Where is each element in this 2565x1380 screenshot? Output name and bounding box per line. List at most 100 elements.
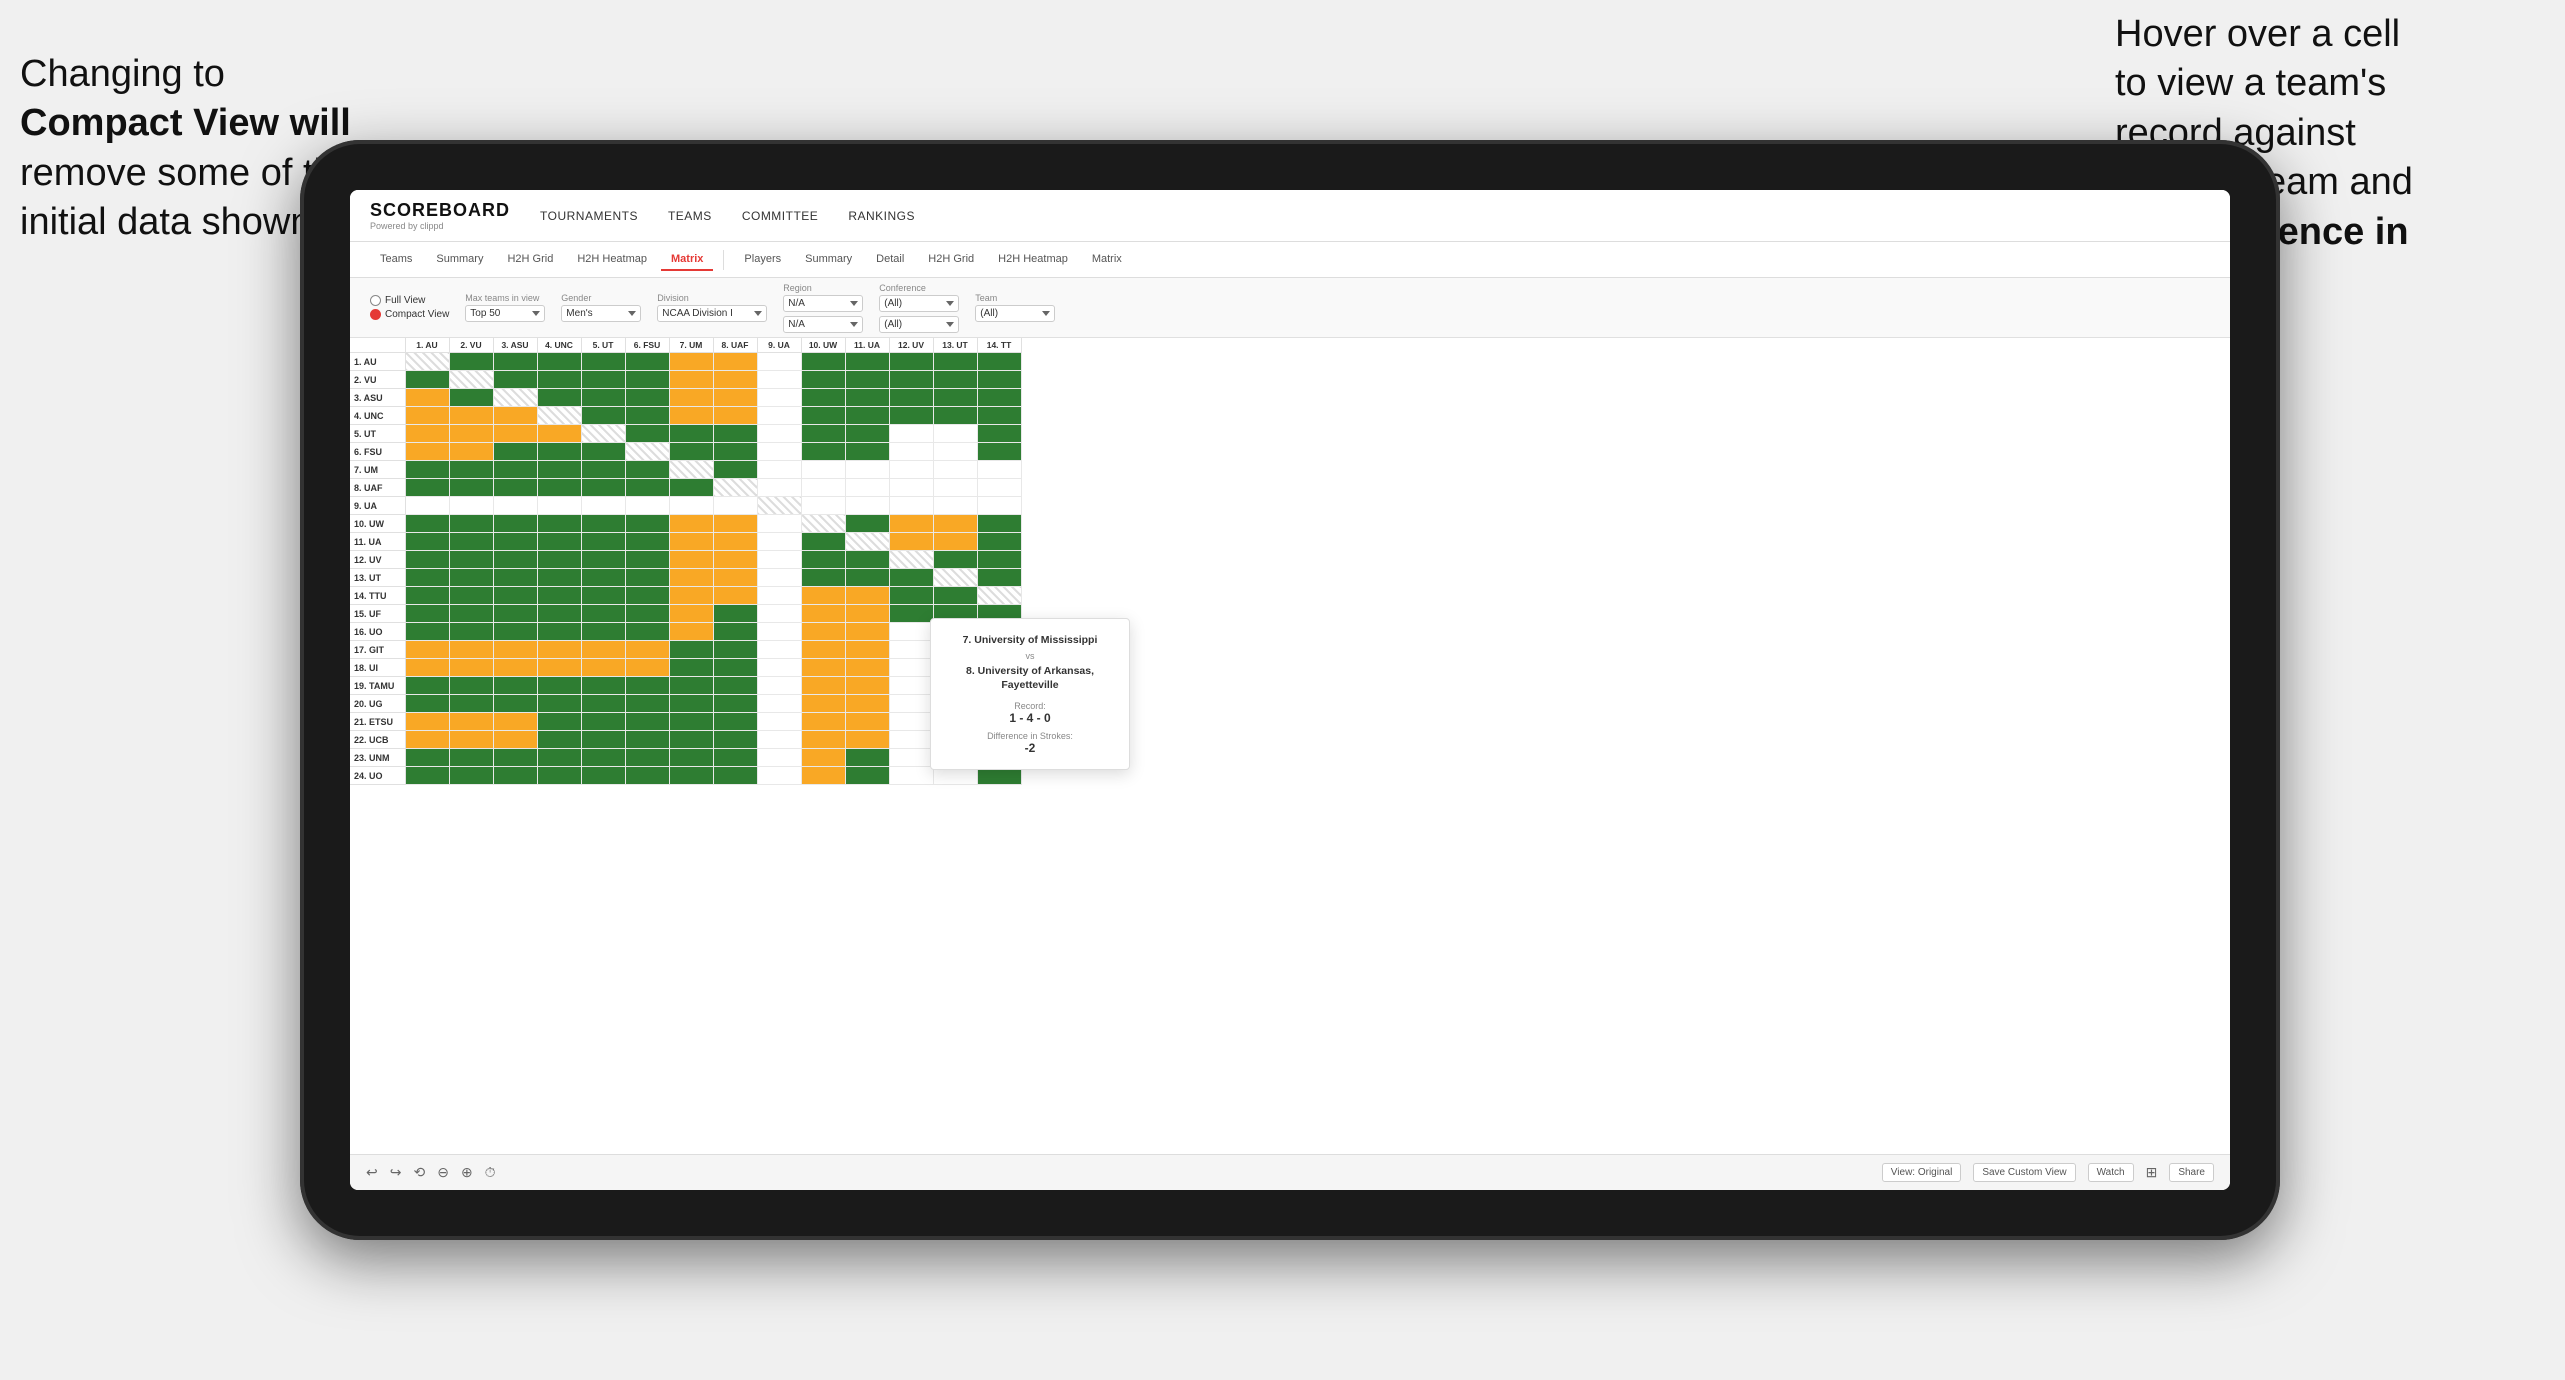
matrix-cell[interactable] <box>449 479 493 497</box>
matrix-cell[interactable] <box>977 479 1021 497</box>
matrix-cell[interactable] <box>933 569 977 587</box>
tab-players-summary[interactable]: Summary <box>795 249 862 271</box>
matrix-cell[interactable] <box>801 713 845 731</box>
matrix-cell[interactable] <box>669 461 713 479</box>
matrix-cell[interactable] <box>713 407 757 425</box>
matrix-cell[interactable] <box>493 425 537 443</box>
matrix-cell[interactable] <box>889 551 933 569</box>
matrix-cell[interactable] <box>977 389 1021 407</box>
matrix-cell[interactable] <box>581 587 625 605</box>
team-select[interactable]: (All) <box>975 305 1055 322</box>
matrix-cell[interactable] <box>889 371 933 389</box>
matrix-cell[interactable] <box>757 569 801 587</box>
matrix-cell[interactable] <box>845 425 889 443</box>
matrix-cell[interactable] <box>801 659 845 677</box>
matrix-cell[interactable] <box>757 407 801 425</box>
matrix-cell[interactable] <box>757 425 801 443</box>
matrix-cell[interactable] <box>669 407 713 425</box>
matrix-cell[interactable] <box>713 605 757 623</box>
matrix-cell[interactable] <box>669 659 713 677</box>
matrix-cell[interactable] <box>933 389 977 407</box>
matrix-cell[interactable] <box>581 551 625 569</box>
matrix-cell[interactable] <box>889 713 933 731</box>
matrix-cell[interactable] <box>537 623 581 641</box>
matrix-cell[interactable] <box>669 497 713 515</box>
matrix-cell[interactable] <box>977 533 1021 551</box>
matrix-cell[interactable] <box>889 461 933 479</box>
matrix-cell[interactable] <box>757 479 801 497</box>
matrix-cell[interactable] <box>669 677 713 695</box>
matrix-cell[interactable] <box>581 767 625 785</box>
nav-tournaments[interactable]: TOURNAMENTS <box>540 209 638 223</box>
matrix-cell[interactable] <box>801 389 845 407</box>
matrix-cell[interactable] <box>845 587 889 605</box>
matrix-cell[interactable] <box>405 767 449 785</box>
matrix-cell[interactable] <box>449 587 493 605</box>
matrix-cell[interactable] <box>449 605 493 623</box>
tab-players-matrix[interactable]: Matrix <box>1082 249 1132 271</box>
matrix-cell[interactable] <box>669 623 713 641</box>
matrix-cell[interactable] <box>449 749 493 767</box>
matrix-cell[interactable] <box>625 731 669 749</box>
matrix-cell[interactable] <box>405 641 449 659</box>
undo-icon[interactable]: ↩ <box>366 1164 378 1181</box>
matrix-cell[interactable] <box>405 695 449 713</box>
matrix-cell[interactable] <box>405 659 449 677</box>
matrix-cell[interactable] <box>493 569 537 587</box>
matrix-cell[interactable] <box>801 515 845 533</box>
matrix-cell[interactable] <box>669 443 713 461</box>
save-custom-button[interactable]: Save Custom View <box>1973 1163 2075 1182</box>
share-controls-icon[interactable]: ⊞ <box>2146 1164 2158 1181</box>
view-original-button[interactable]: View: Original <box>1882 1163 1962 1182</box>
matrix-cell[interactable] <box>405 551 449 569</box>
matrix-cell[interactable] <box>537 425 581 443</box>
matrix-cell[interactable] <box>757 659 801 677</box>
tab-h2h-heatmap[interactable]: H2H Heatmap <box>567 249 657 271</box>
matrix-cell[interactable] <box>493 641 537 659</box>
matrix-cell[interactable] <box>757 677 801 695</box>
matrix-cell[interactable] <box>757 605 801 623</box>
matrix-cell[interactable] <box>625 353 669 371</box>
matrix-cell[interactable] <box>713 677 757 695</box>
share-button[interactable]: Share <box>2169 1163 2214 1182</box>
matrix-cell[interactable] <box>625 533 669 551</box>
matrix-cell[interactable] <box>757 371 801 389</box>
max-teams-select[interactable]: Top 50 <box>465 305 545 322</box>
division-select[interactable]: NCAA Division I <box>657 305 767 322</box>
matrix-cell[interactable] <box>449 497 493 515</box>
matrix-cell[interactable] <box>889 731 933 749</box>
matrix-cell[interactable] <box>405 461 449 479</box>
matrix-cell[interactable] <box>625 677 669 695</box>
matrix-cell[interactable] <box>537 569 581 587</box>
redo-icon[interactable]: ↪ <box>390 1164 402 1181</box>
matrix-cell[interactable] <box>581 677 625 695</box>
matrix-cell[interactable] <box>625 461 669 479</box>
matrix-cell[interactable] <box>713 389 757 407</box>
matrix-cell[interactable] <box>493 515 537 533</box>
matrix-cell[interactable] <box>625 767 669 785</box>
matrix-cell[interactable] <box>977 353 1021 371</box>
matrix-cell[interactable] <box>625 749 669 767</box>
region-select-2[interactable]: N/A <box>783 316 863 333</box>
matrix-cell[interactable] <box>493 551 537 569</box>
matrix-cell[interactable] <box>801 479 845 497</box>
matrix-cell[interactable] <box>801 353 845 371</box>
matrix-cell[interactable] <box>493 605 537 623</box>
matrix-cell[interactable] <box>889 749 933 767</box>
matrix-cell[interactable] <box>449 641 493 659</box>
matrix-cell[interactable] <box>625 371 669 389</box>
matrix-cell[interactable] <box>405 425 449 443</box>
matrix-cell[interactable] <box>845 677 889 695</box>
matrix-cell[interactable] <box>581 371 625 389</box>
matrix-cell[interactable] <box>845 569 889 587</box>
matrix-cell[interactable] <box>537 713 581 731</box>
matrix-cell[interactable] <box>581 533 625 551</box>
matrix-cell[interactable] <box>625 497 669 515</box>
matrix-cell[interactable] <box>405 623 449 641</box>
tab-h2h-grid[interactable]: H2H Grid <box>497 249 563 271</box>
matrix-cell[interactable] <box>449 551 493 569</box>
matrix-cell[interactable] <box>801 533 845 551</box>
matrix-cell[interactable] <box>625 425 669 443</box>
matrix-cell[interactable] <box>801 551 845 569</box>
matrix-cell[interactable] <box>845 767 889 785</box>
